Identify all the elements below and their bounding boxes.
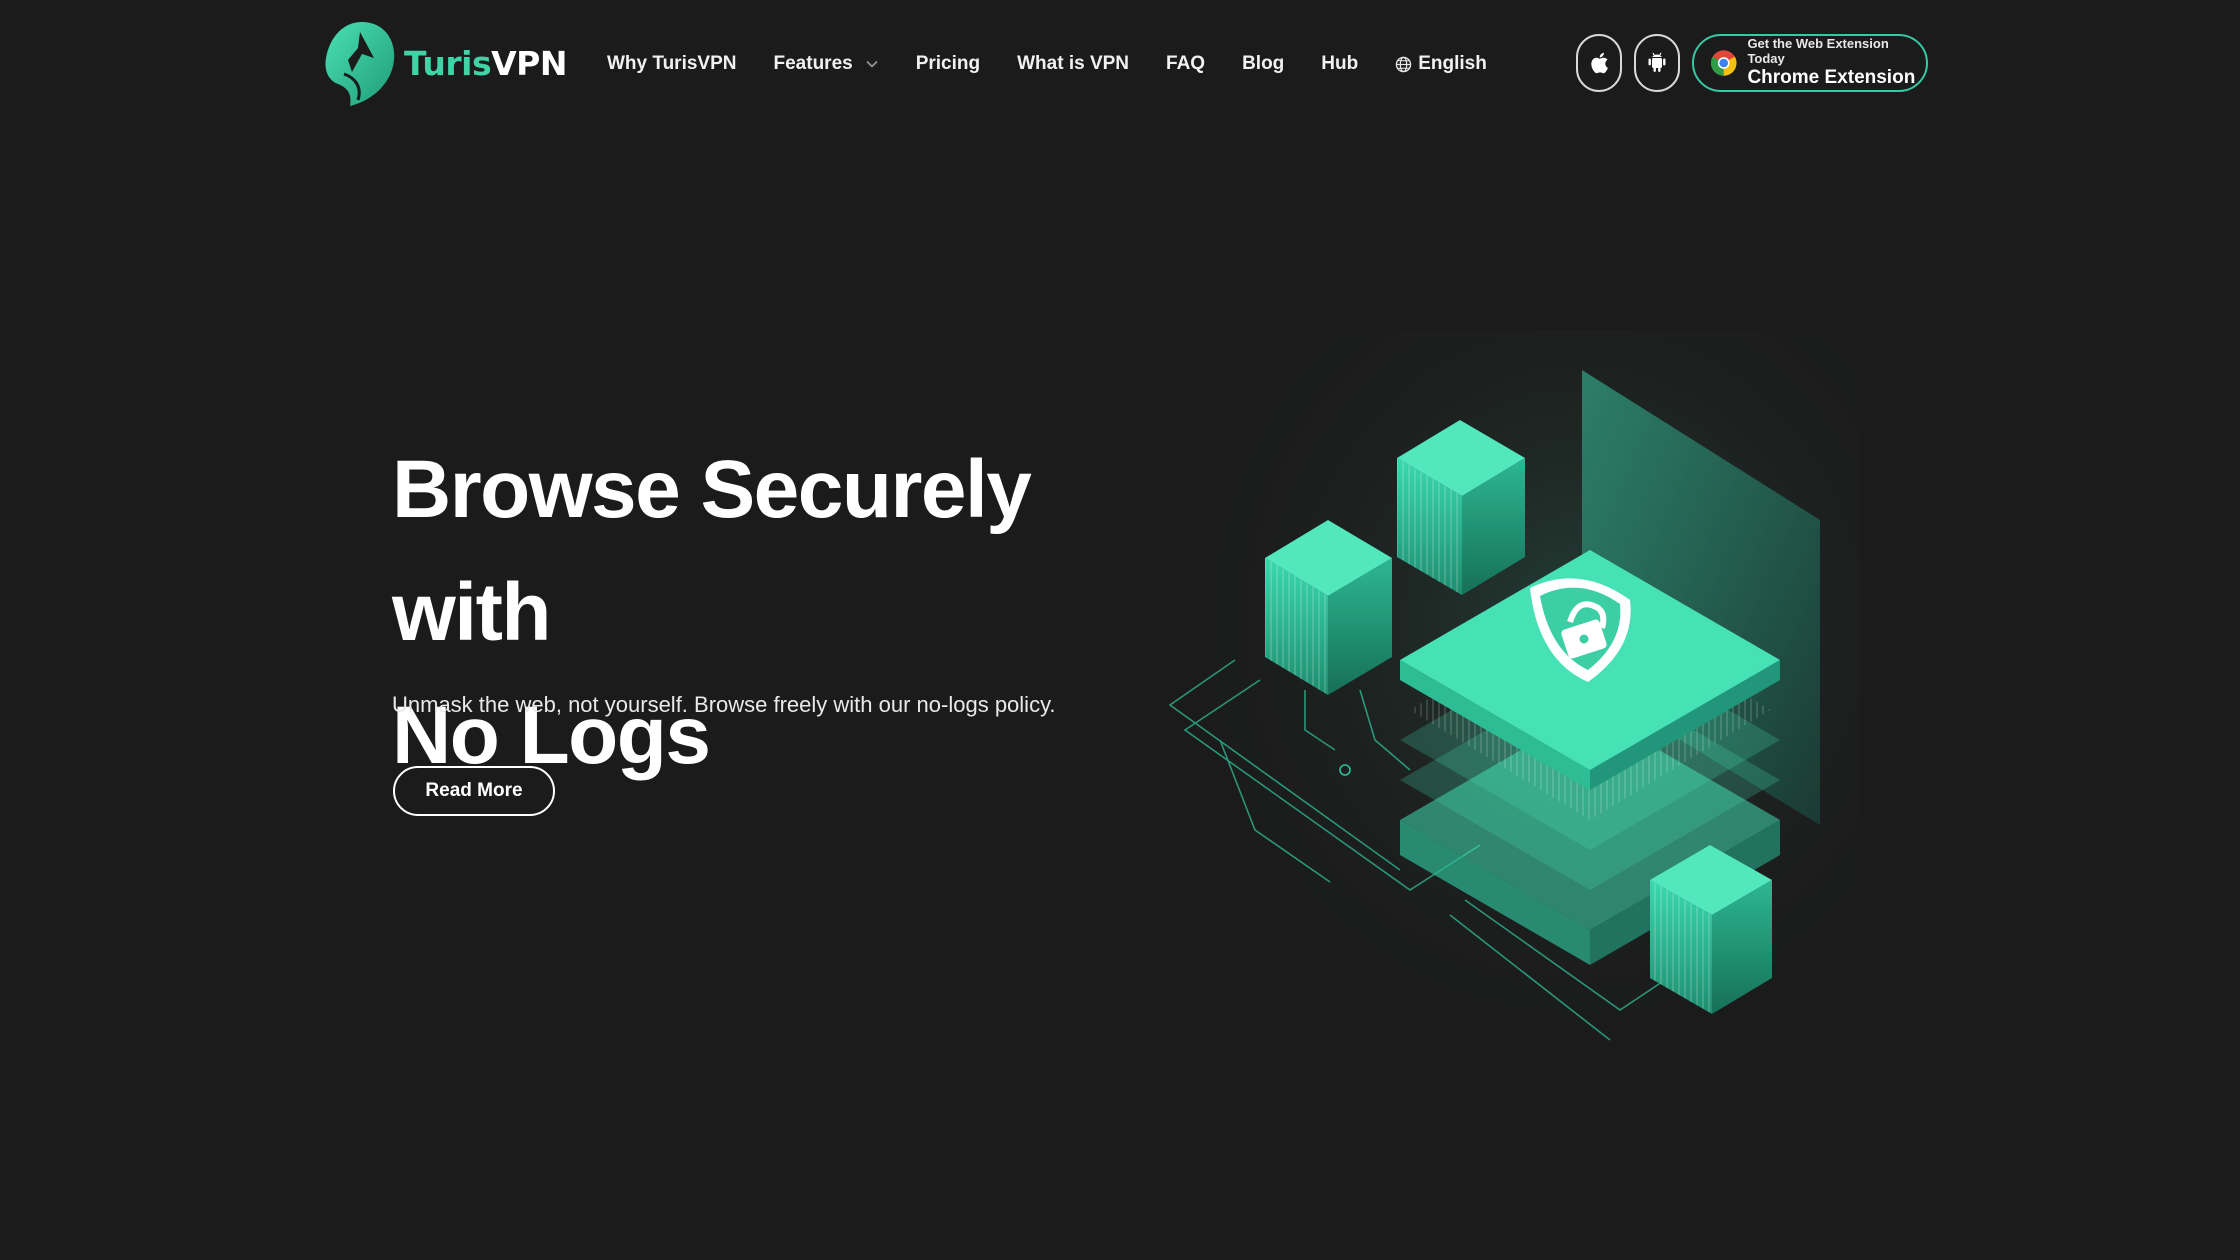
language-selector[interactable]: English xyxy=(1395,53,1487,75)
android-icon xyxy=(1648,52,1666,72)
turisvpn-logo[interactable]: TurisVPN xyxy=(322,18,567,108)
nav-blog[interactable]: Blog xyxy=(1242,53,1284,75)
chevron-down-icon xyxy=(866,60,878,68)
extension-title: Chrome Extension xyxy=(1747,66,1916,88)
download-actions: Get the Web Extension Today Chrome Exten… xyxy=(1576,34,1928,92)
top-navigation: TurisVPN Why TurisVPN Features Pricing W… xyxy=(0,0,2240,130)
nav-features[interactable]: Features xyxy=(774,53,879,75)
ios-download-button[interactable] xyxy=(1576,34,1622,92)
read-more-button[interactable]: Read More xyxy=(393,766,555,816)
nav-features-label: Features xyxy=(773,53,853,74)
nav-what-is-vpn[interactable]: What is VPN xyxy=(1017,53,1129,75)
logo-wordmark: TurisVPN xyxy=(404,44,567,83)
nav-why-turisvpn[interactable]: Why TurisVPN xyxy=(607,53,737,75)
hero-subtitle: Unmask the web, not yourself. Browse fre… xyxy=(392,692,1056,717)
logo-wordmark-turis: Turis xyxy=(404,43,492,83)
hero-title: Browse Securely with No Logs xyxy=(392,428,1192,797)
extension-subtitle: Get the Web Extension Today xyxy=(1747,36,1889,66)
main-menu: Why TurisVPN Features Pricing What is VP… xyxy=(607,44,1487,84)
chrome-extension-button[interactable]: Get the Web Extension Today Chrome Exten… xyxy=(1692,34,1928,92)
android-download-button[interactable] xyxy=(1634,34,1680,92)
logo-wordmark-vpn: VPN xyxy=(491,43,567,83)
chrome-icon xyxy=(1710,50,1737,76)
extension-text: Get the Web Extension Today Chrome Exten… xyxy=(1747,37,1926,88)
globe-icon xyxy=(1395,56,1412,72)
nav-pricing[interactable]: Pricing xyxy=(916,53,980,75)
logo-mark-icon xyxy=(325,22,395,106)
nav-faq[interactable]: FAQ xyxy=(1166,53,1205,75)
secure-server-illustration xyxy=(1160,330,1860,1070)
nav-hub[interactable]: Hub xyxy=(1321,53,1358,75)
apple-icon xyxy=(1591,52,1608,74)
hero-title-line-1: Browse Securely with xyxy=(392,444,1032,658)
language-label: English xyxy=(1418,53,1487,74)
